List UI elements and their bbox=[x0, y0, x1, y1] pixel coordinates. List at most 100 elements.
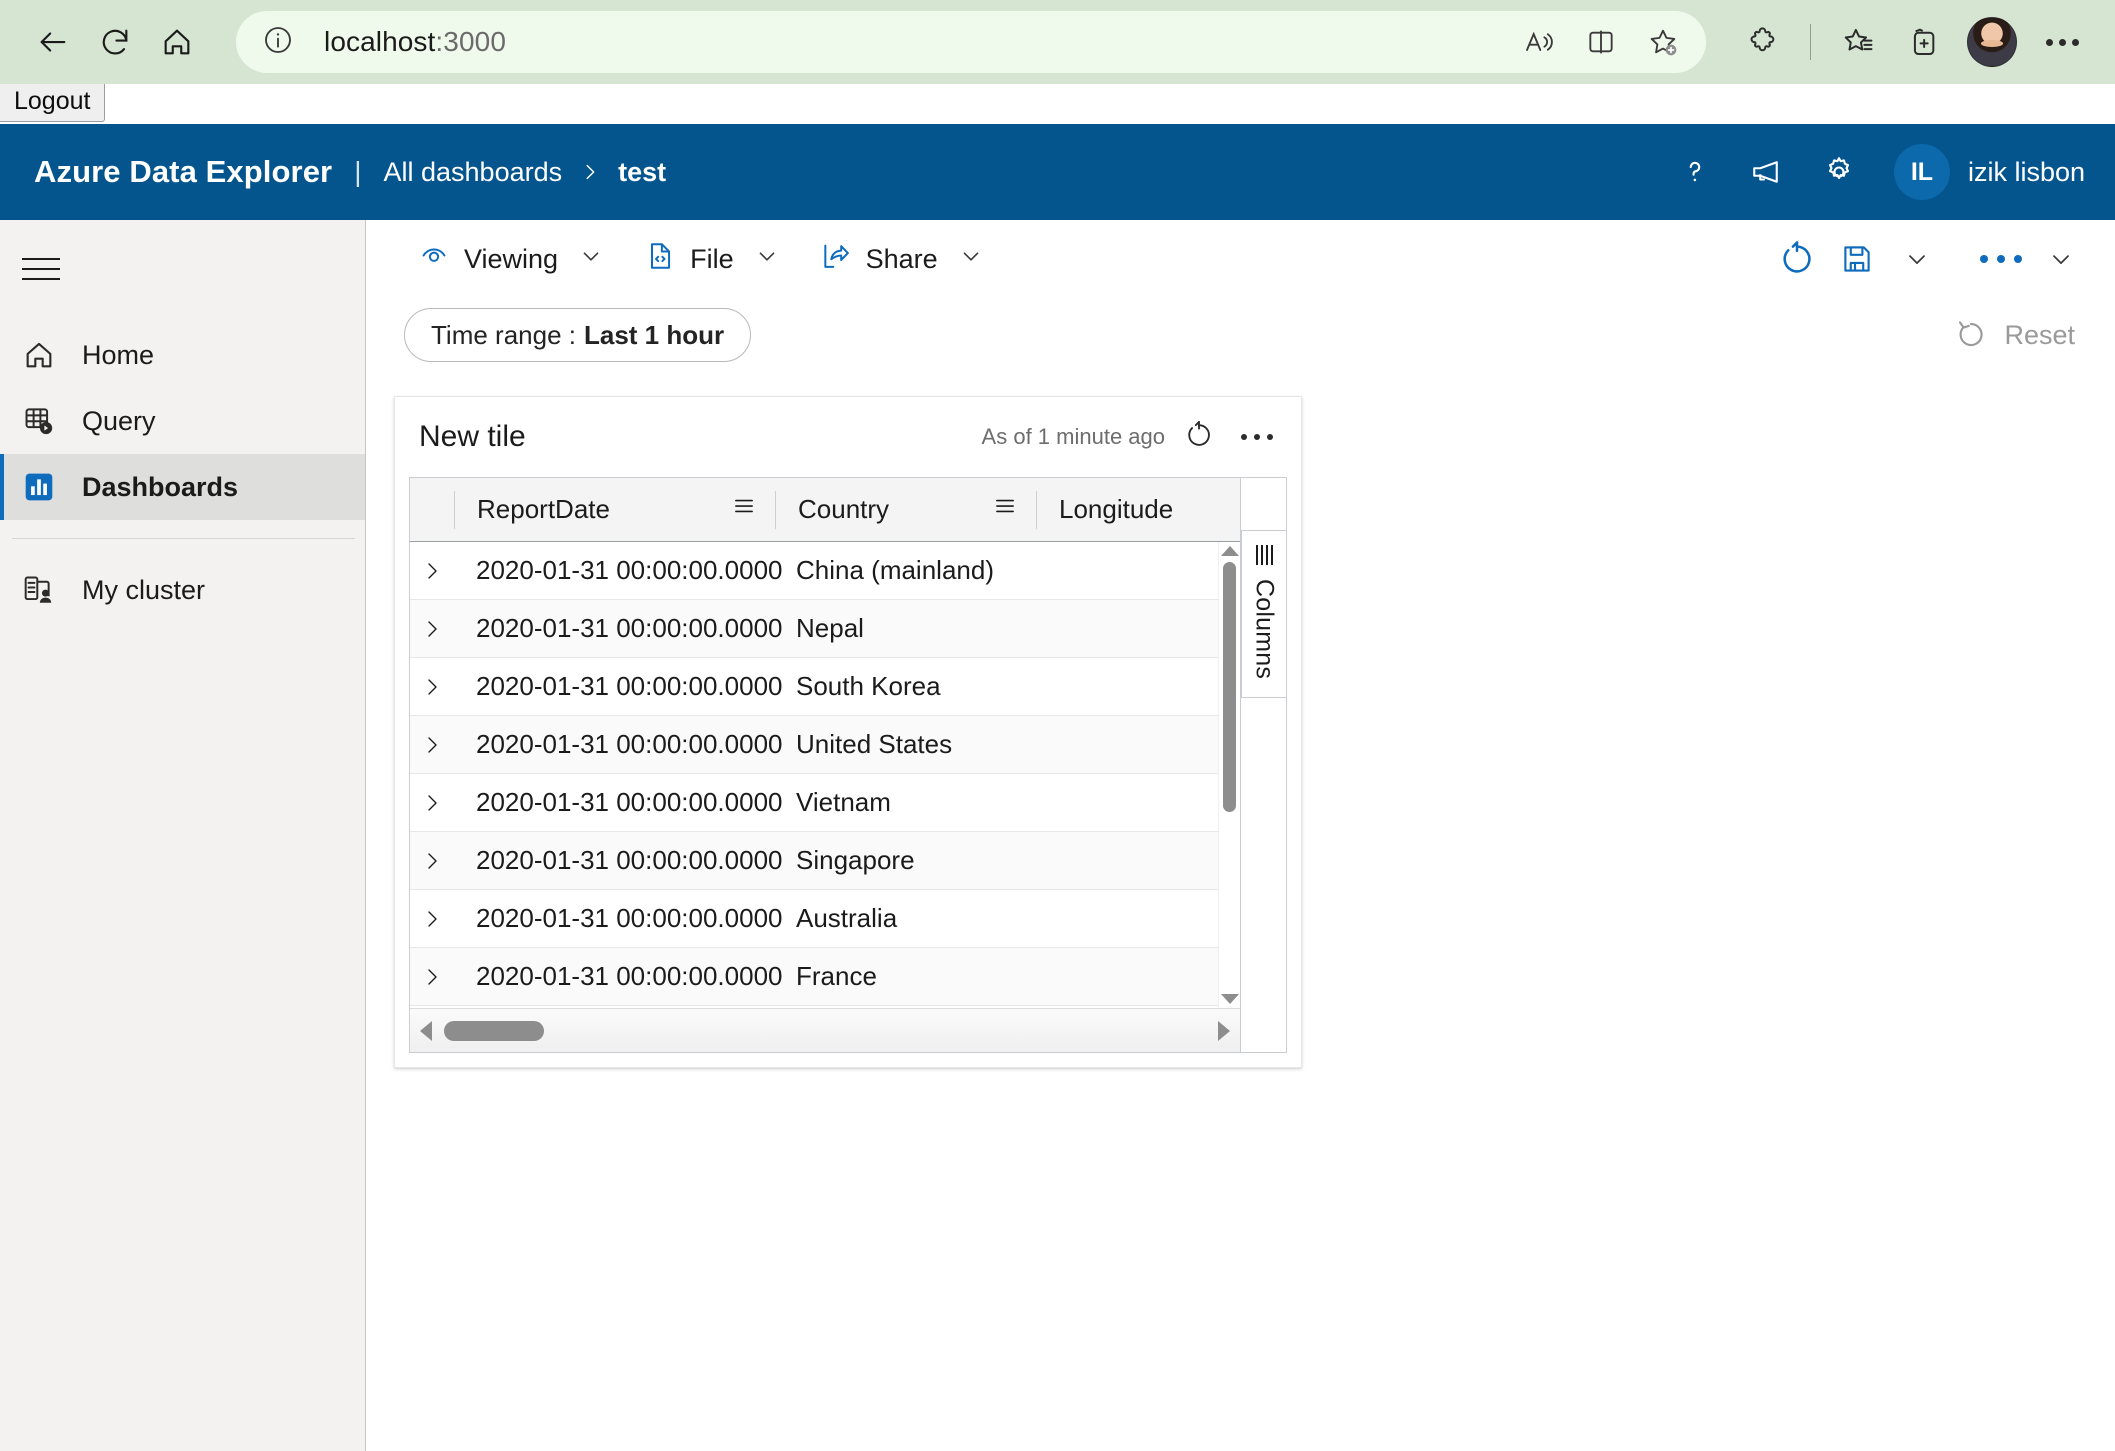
grid-body: 2020-01-31 00:00:00.0000 China (mainland… bbox=[410, 542, 1240, 1008]
time-range-prefix: Time range : bbox=[431, 319, 576, 350]
back-icon[interactable] bbox=[22, 11, 84, 73]
save-icon[interactable] bbox=[1829, 231, 1885, 287]
cell-country: Singapore bbox=[796, 845, 915, 875]
vertical-scroll-thumb[interactable] bbox=[1223, 562, 1236, 812]
save-chevron-icon[interactable] bbox=[1889, 231, 1945, 287]
table-row[interactable]: 2020-01-31 00:00:00.0000 Vietnam bbox=[410, 774, 1218, 832]
cell-country: United States bbox=[796, 729, 953, 759]
toolbar-divider bbox=[1810, 24, 1811, 60]
sidebar-divider bbox=[12, 538, 355, 539]
breadcrumb-current: test bbox=[618, 156, 667, 187]
row-expand-icon[interactable] bbox=[410, 791, 454, 815]
scroll-down-arrow-icon[interactable] bbox=[1220, 994, 1239, 1004]
viewing-icon bbox=[418, 240, 450, 279]
column-header-country[interactable]: Country bbox=[776, 478, 1036, 541]
help-icon[interactable] bbox=[1666, 143, 1724, 201]
home-icon bbox=[18, 338, 60, 372]
site-info-icon[interactable] bbox=[262, 24, 294, 61]
scroll-up-arrow-icon[interactable] bbox=[1220, 546, 1239, 556]
sidebar-toggle[interactable] bbox=[0, 232, 365, 306]
cell-reportdate: 2020-01-31 00:00:00.0000 bbox=[476, 903, 783, 933]
read-aloud-icon[interactable] bbox=[1510, 13, 1568, 71]
row-expand-icon[interactable] bbox=[410, 559, 454, 583]
row-expand-icon[interactable] bbox=[410, 907, 454, 931]
cell-country: China (mainland) bbox=[796, 555, 994, 585]
scroll-left-arrow-icon[interactable] bbox=[420, 1020, 432, 1041]
scroll-right-arrow-icon[interactable] bbox=[1218, 1020, 1230, 1041]
row-expand-icon[interactable] bbox=[410, 965, 454, 989]
sidebar-item-label: Query bbox=[82, 405, 156, 436]
extensions-icon[interactable] bbox=[1732, 11, 1794, 73]
column-menu-icon[interactable] bbox=[992, 493, 1018, 526]
cell-reportdate: 2020-01-31 00:00:00.0000 bbox=[476, 555, 783, 585]
grid-horizontal-scrollbar[interactable] bbox=[410, 1008, 1240, 1052]
cell-reportdate: 2020-01-31 00:00:00.0000 bbox=[476, 845, 783, 875]
reset-button[interactable]: Reset bbox=[1954, 315, 2089, 356]
table-row[interactable]: 2020-01-31 00:00:00.0000 France bbox=[410, 948, 1218, 1006]
column-header-longitude[interactable]: Longitude bbox=[1037, 478, 1240, 541]
collections-icon[interactable] bbox=[1891, 11, 1953, 73]
dashboard-tile: New tile As of 1 minute ago ReportDate C… bbox=[394, 396, 1302, 1068]
more-chevron-icon[interactable] bbox=[2033, 231, 2089, 287]
dashboard-command-bar: Viewing File Share bbox=[366, 220, 2115, 298]
columns-icon bbox=[1255, 545, 1273, 565]
feedback-megaphone-icon[interactable] bbox=[1738, 143, 1796, 201]
sidebar-item-dashboards[interactable]: Dashboards bbox=[0, 454, 365, 520]
favorites-icon[interactable] bbox=[1827, 11, 1889, 73]
table-row[interactable]: 2020-01-31 00:00:00.0000 Australia bbox=[410, 890, 1218, 948]
table-row[interactable]: 2020-01-31 00:00:00.0000 South Korea bbox=[410, 658, 1218, 716]
table-row[interactable]: 2020-01-31 00:00:00.0000 Singapore bbox=[410, 832, 1218, 890]
address-bar[interactable]: localhost:3000 bbox=[236, 11, 1706, 73]
cell-reportdate: 2020-01-31 00:00:00.0000 bbox=[476, 613, 783, 643]
sidebar-items: Home Query Dashboards My cluster bbox=[0, 322, 365, 623]
profile-avatar[interactable] bbox=[1967, 17, 2017, 67]
row-expand-icon[interactable] bbox=[410, 617, 454, 641]
table-row[interactable]: 2020-01-31 00:00:00.0000 China (mainland… bbox=[410, 542, 1218, 600]
file-button[interactable]: File bbox=[630, 231, 794, 287]
more-commands-icon[interactable] bbox=[1973, 231, 2029, 287]
browser-actions bbox=[1732, 11, 2093, 73]
filter-bar: Time range : Last 1 hour Reset bbox=[366, 298, 2115, 372]
refresh-dashboard-icon[interactable] bbox=[1769, 231, 1825, 287]
chevron-right-icon bbox=[579, 159, 601, 185]
settings-and-more-icon[interactable] bbox=[2031, 11, 2093, 73]
logout-button[interactable]: Logout bbox=[0, 80, 106, 122]
row-expand-icon[interactable] bbox=[410, 675, 454, 699]
user-name[interactable]: izik lisbon bbox=[1968, 157, 2085, 188]
user-avatar[interactable]: IL bbox=[1893, 144, 1950, 200]
app-brand[interactable]: Azure Data Explorer bbox=[34, 154, 332, 190]
tile-title: New tile bbox=[419, 420, 526, 453]
grid-rows: 2020-01-31 00:00:00.0000 China (mainland… bbox=[410, 542, 1218, 1008]
column-header-reportdate[interactable]: ReportDate bbox=[455, 478, 775, 541]
gear-icon[interactable] bbox=[1810, 143, 1868, 201]
row-expand-icon[interactable] bbox=[410, 849, 454, 873]
refresh-icon[interactable] bbox=[84, 11, 146, 73]
app-header: Azure Data Explorer | All dashboards tes… bbox=[0, 124, 2115, 220]
table-row[interactable]: 2020-01-31 00:00:00.0000 United States bbox=[410, 716, 1218, 774]
table-row[interactable]: 2020-01-31 00:00:00.0000 Nepal bbox=[410, 600, 1218, 658]
share-label: Share bbox=[865, 243, 938, 274]
add-favorite-icon[interactable] bbox=[1634, 13, 1692, 71]
share-button[interactable]: Share bbox=[806, 231, 998, 287]
home-icon[interactable] bbox=[146, 11, 208, 73]
split-screen-icon[interactable] bbox=[1572, 13, 1630, 71]
column-menu-icon[interactable] bbox=[731, 493, 757, 526]
sidebar-item-home[interactable]: Home bbox=[0, 322, 365, 388]
file-code-icon bbox=[644, 240, 676, 279]
sidebar-item-query[interactable]: Query bbox=[0, 388, 365, 454]
tile-refresh-icon[interactable] bbox=[1183, 419, 1215, 456]
sidebar-item-label: Dashboards bbox=[82, 471, 239, 502]
grid-main: ReportDate Country Longitude 2020-01-31 … bbox=[410, 478, 1240, 1052]
column-header-label: ReportDate bbox=[477, 494, 610, 524]
time-range-value: Last 1 hour bbox=[583, 319, 725, 350]
time-range-pill[interactable]: Time range : Last 1 hour bbox=[404, 308, 752, 362]
columns-panel-toggle[interactable]: Columns bbox=[1241, 530, 1286, 699]
row-expand-icon[interactable] bbox=[410, 733, 454, 757]
column-header-label: Longitude bbox=[1059, 494, 1174, 524]
grid-vertical-scrollbar[interactable] bbox=[1218, 542, 1240, 1008]
horizontal-scroll-thumb[interactable] bbox=[444, 1020, 544, 1041]
viewing-button[interactable]: Viewing bbox=[404, 231, 618, 287]
sidebar-item-my-cluster[interactable]: My cluster bbox=[0, 557, 365, 623]
tile-more-icon[interactable] bbox=[1233, 428, 1281, 446]
breadcrumb-all-dashboards[interactable]: All dashboards bbox=[384, 157, 563, 188]
